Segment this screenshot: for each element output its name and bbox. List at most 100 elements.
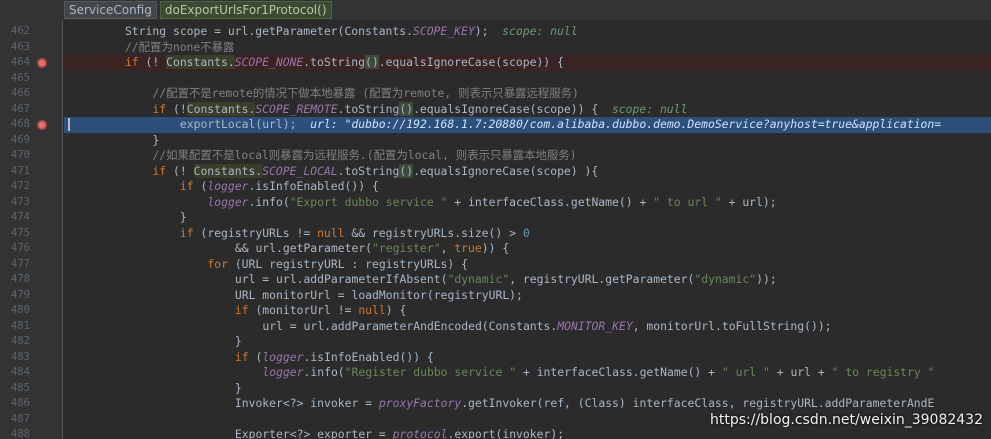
code-token: + interfaceClass.getName() +	[516, 365, 722, 379]
code-line[interactable]: if (logger.isInfoEnabled()) {	[64, 179, 991, 195]
gutter-line[interactable]: 484	[0, 365, 63, 381]
code-token: .info(	[303, 365, 345, 379]
code-line[interactable]: Invoker<?> invoker = proxyFactory.getInv…	[64, 396, 991, 412]
gutter-line[interactable]: 482	[0, 334, 63, 350]
breakpoint-icon[interactable]	[37, 58, 47, 68]
gutter-line[interactable]: 464	[0, 55, 63, 71]
code-token: }	[234, 334, 242, 348]
code-text: url = url.addParameterIfAbsent("dynamic"…	[235, 272, 777, 288]
line-number: 467	[11, 102, 30, 115]
code-token: SCOPE_NONE	[234, 55, 304, 69]
code-token: logger	[207, 194, 249, 209]
gutter-line[interactable]: 468	[0, 117, 63, 133]
gutter-line[interactable]: 471	[0, 164, 63, 180]
code-token: //配置为none不暴露	[124, 39, 235, 54]
breakpoint-icon[interactable]	[37, 120, 47, 130]
line-number: 475	[11, 226, 30, 239]
breadcrumb-class[interactable]: ServiceConfig	[64, 1, 157, 19]
line-number: 472	[11, 180, 30, 192]
line-number: 468	[11, 118, 30, 130]
code-line[interactable]: url = url.addParameterIfAbsent("dynamic"…	[64, 272, 991, 288]
code-line[interactable]: if (! Constants.SCOPE_NONE.toString().eq…	[64, 55, 991, 71]
gutter-line[interactable]: 477	[0, 257, 63, 273]
code-line[interactable]: URL monitorUrl = loadMonitor(registryURL…	[64, 288, 991, 304]
gutter-line[interactable]: 479	[0, 288, 63, 304]
gutter-line[interactable]: 466	[0, 86, 63, 102]
code-token: (monitorUrl !=	[248, 303, 359, 317]
line-gutter[interactable]: 462 463 464 465 466 467 468 469 470 471 472 473 474 4…	[0, 20, 63, 439]
breadcrumb-method[interactable]: doExportUrlsFor1Protocol()	[159, 1, 332, 19]
gutter-line[interactable]: 467	[0, 102, 63, 118]
code-line[interactable]: logger.info("Register dubbo service " + …	[64, 365, 991, 381]
code-token: .isInfoEnabled()) {	[248, 179, 379, 193]
code-text: exportLocal(url); url: "dubbo://192.168.…	[180, 117, 941, 133]
gutter-line[interactable]: 474	[0, 210, 63, 226]
gutter-line[interactable]: 478	[0, 272, 63, 288]
line-number: 471	[11, 164, 30, 177]
code-text: if (monitorUrl != null) {	[235, 303, 406, 319]
code-area[interactable]: String scope = url.getParameter(Constant…	[64, 20, 991, 439]
code-text: }	[235, 334, 242, 350]
gutter-line[interactable]: 481	[0, 319, 63, 335]
code-text: logger.info("Export dubbo service " + in…	[207, 195, 776, 211]
code-line[interactable]: //配置不是remote的情况下做本地暴露 (配置为remote, 则表示只暴露…	[64, 86, 991, 102]
code-line[interactable]: if (! Constants.SCOPE_LOCAL.toString().e…	[64, 163, 991, 180]
gutter-line[interactable]: 473	[0, 195, 63, 211]
line-number: 479	[11, 288, 30, 301]
code-token: SCOPE_LOCAL	[262, 163, 338, 178]
code-token: .info(	[248, 194, 290, 209]
code-line[interactable]: for (URL registryURL : registryURLs) {	[64, 257, 991, 273]
gutter-line[interactable]: 486	[0, 396, 63, 412]
code-line[interactable]: }	[64, 381, 991, 397]
gutter-line[interactable]: 487	[0, 412, 63, 428]
code-line[interactable]: String scope = url.getParameter(Constant…	[64, 24, 991, 40]
code-line[interactable]: //如果配置不是local则暴露为远程服务.(配置为local, 则表示只暴露本…	[64, 148, 991, 164]
code-text: && url.getParameter("register", true)) {	[235, 241, 509, 257]
code-line[interactable]: //配置为none不暴露	[64, 40, 991, 56]
code-line[interactable]: }	[64, 334, 991, 350]
gutter-line[interactable]: 469	[0, 133, 63, 149]
gutter-line[interactable]: 472	[0, 179, 63, 195]
gutter-line[interactable]: 470	[0, 148, 63, 164]
code-text: String scope = url.getParameter(Constant…	[125, 24, 578, 40]
gutter-line[interactable]: 480	[0, 303, 63, 319]
code-token: logger	[262, 365, 304, 379]
code-line[interactable]: if (!Constants.SCOPE_REMOTE.toString().e…	[64, 101, 991, 118]
gutter-line[interactable]: 488	[0, 427, 63, 439]
code-token: Constants.	[166, 55, 235, 69]
code-line[interactable]: url = url.addParameterAndEncoded(Constan…	[64, 319, 991, 335]
code-token: ()	[399, 101, 414, 116]
inline-debug-value: url: "dubbo://192.168.1.7:20880/com.alib…	[310, 117, 942, 131]
code-token: //配置不是remote的情况下做本地暴露 (配置为remote, 则表示只暴露…	[152, 86, 579, 100]
watermark-text: https://blog.csdn.net/weixin_39082432	[709, 412, 983, 428]
code-line[interactable]: logger.info("Export dubbo service " + in…	[64, 195, 991, 211]
gutter-line[interactable]: 465	[0, 71, 63, 87]
code-line[interactable]: && url.getParameter("register", true)) {	[64, 241, 991, 257]
code-line[interactable]: Exporter<?> exporter = protocol.export(i…	[64, 427, 991, 439]
line-number: 477	[11, 257, 30, 270]
gutter-line[interactable]: 475	[0, 226, 63, 242]
gutter-line[interactable]: 485	[0, 381, 63, 397]
code-text: url = url.addParameterAndEncoded(Constan…	[262, 319, 831, 335]
line-number: 481	[11, 319, 30, 332]
code-line[interactable]: }	[64, 210, 991, 226]
line-number: 465	[11, 71, 30, 84]
code-token: Invoker<?> invoker =	[234, 396, 379, 410]
code-token: + url +	[769, 365, 832, 379]
code-line[interactable]: if (registryURLs != null && registryURLs…	[64, 226, 991, 242]
code-line[interactable]: }	[64, 133, 991, 149]
gutter-line[interactable]: 462	[0, 24, 63, 40]
line-number: 470	[11, 149, 30, 161]
code-line[interactable]	[64, 71, 991, 87]
gutter-line[interactable]: 483	[0, 350, 63, 366]
execution-line[interactable]: exportLocal(url); url: "dubbo://192.168.…	[64, 117, 991, 133]
code-text: if (!Constants.SCOPE_REMOTE.toString().e…	[152, 101, 687, 118]
code-line[interactable]: if (logger.isInfoEnabled()) {	[64, 350, 991, 366]
gutter-line[interactable]: 476	[0, 241, 63, 257]
gutter-line[interactable]: 463	[0, 40, 63, 56]
breadcrumb: ServiceConfig doExportUrlsFor1Protocol()	[0, 0, 991, 20]
code-line[interactable]: if (monitorUrl != null) {	[64, 303, 991, 319]
code-token: (	[193, 179, 208, 193]
code-token: Constants.	[186, 101, 256, 116]
code-token: if	[179, 225, 194, 240]
